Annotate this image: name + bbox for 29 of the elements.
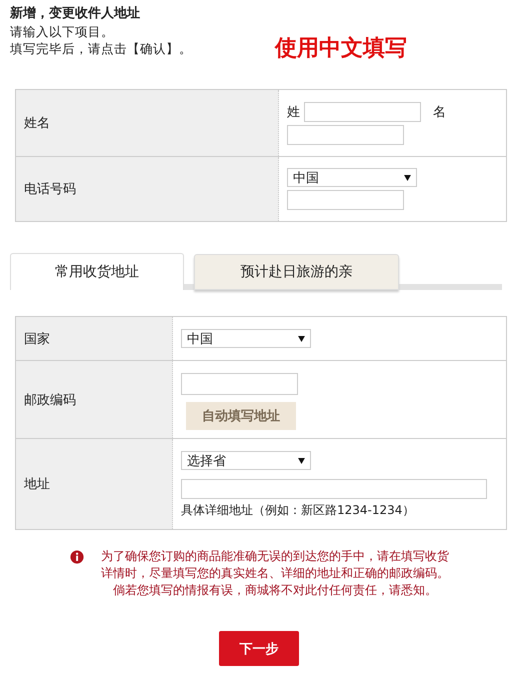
postcode-field[interactable] [181, 373, 298, 395]
instruction-text: 请输入以下项目。 [10, 23, 115, 40]
surname-label: 姓 [287, 104, 300, 121]
field-label: 国家 [16, 317, 173, 360]
warning-text: 为了确保您订购的商品能准确无误的到达您的手中，请在填写收货 详情时，尽量填写您的真实姓名、详细的地址和正确的邮政编码。 倘若您填写的情报有误，商城将不对此付任何责任，请悉知。 [100, 548, 449, 599]
caret-icon [298, 458, 305, 464]
info-icon [70, 550, 84, 564]
page-title: 新增，变更收件人地址 [10, 5, 141, 23]
address-hint: 具体详细地址（例如：新区路1234-1234） [181, 502, 416, 519]
field-label: 电话号码 [16, 157, 279, 221]
autofill-button[interactable]: 自动填写地址 [186, 402, 296, 430]
instruction-text: 填写完毕后，请点击【确认】。 [10, 40, 193, 57]
field-label: 地址 [16, 439, 173, 529]
notice-text: 使用中文填写 [275, 35, 407, 63]
address-field[interactable] [181, 479, 487, 499]
country-select[interactable]: 中国 [181, 329, 311, 348]
caret-icon [298, 336, 305, 342]
province-select[interactable]: 选择省 [181, 451, 311, 470]
tab[interactable]: 预计赴日旅游的亲 [194, 254, 399, 290]
given-name-label: 名 [433, 104, 446, 121]
tab[interactable]: 常用收货地址 [10, 253, 184, 290]
phone-field[interactable] [287, 190, 404, 210]
field-label: 邮政编码 [16, 361, 173, 438]
surname-field[interactable] [304, 102, 421, 122]
field-label: 姓名 [16, 90, 279, 156]
caret-icon [404, 174, 411, 180]
next-button[interactable]: 下一步 [219, 631, 299, 666]
given-name-field[interactable] [287, 125, 404, 145]
country-select[interactable]: 中国 [287, 168, 417, 187]
